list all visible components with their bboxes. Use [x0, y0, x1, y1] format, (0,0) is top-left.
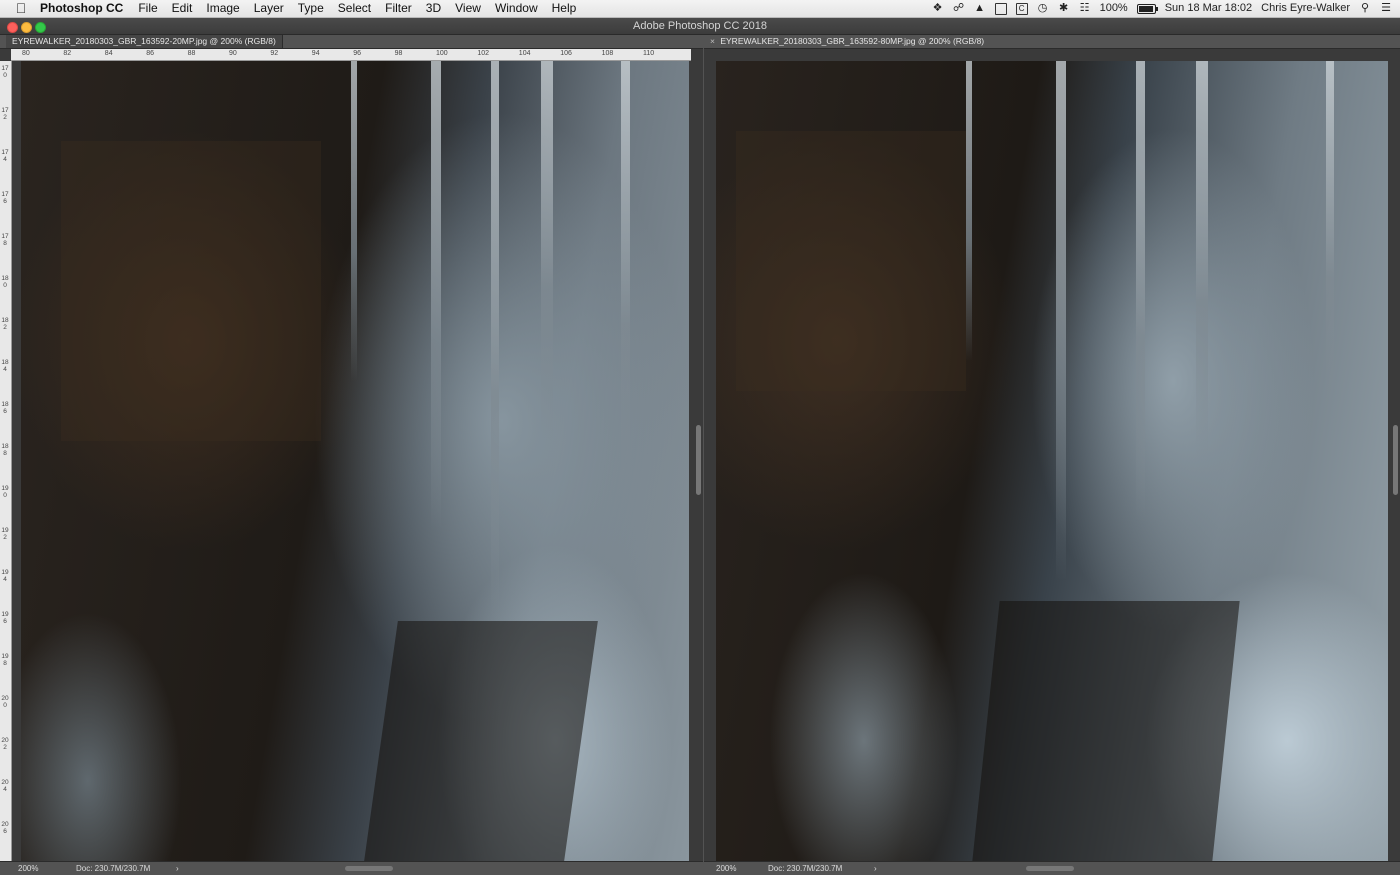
- battery-icon[interactable]: [1136, 3, 1158, 14]
- ruler-tick-label: 106: [560, 50, 572, 57]
- ruler-tick-label: 98: [394, 50, 403, 57]
- window-title: Adobe Photoshop CC 2018: [633, 20, 767, 32]
- right-document-tab[interactable]: × EYREWALKER_20180303_GBR_163592-80MP.jp…: [704, 35, 1400, 49]
- right-document-window: × EYREWALKER_20180303_GBR_163592-80MP.jp…: [704, 35, 1400, 875]
- ruler-tick-label: 108: [601, 50, 614, 57]
- ruler-tick-label: 194: [1, 569, 9, 583]
- ruler-tick-label: 84: [104, 50, 113, 57]
- menu-select[interactable]: Select: [331, 0, 378, 17]
- ruler-tick-label: 202: [1, 737, 9, 751]
- menu-layer[interactable]: Layer: [247, 0, 291, 17]
- ruler-tick-label: 188: [1, 443, 9, 457]
- menu-window[interactable]: Window: [488, 0, 545, 17]
- menu-3d[interactable]: 3D: [419, 0, 448, 17]
- ruler-tick-label: 96: [353, 50, 361, 57]
- menu-edit[interactable]: Edit: [165, 0, 200, 17]
- ruler-tick-label: 80: [22, 50, 30, 57]
- flame-icon[interactable]: ▲: [974, 2, 986, 15]
- menu-image[interactable]: Image: [199, 0, 246, 17]
- clipboard-icon[interactable]: C: [1015, 2, 1028, 15]
- ruler-tick-label: 198: [1, 653, 9, 667]
- search-icon[interactable]: ⚲: [1359, 2, 1371, 15]
- doc-size: Doc: 230.7M/230.7M: [768, 864, 843, 873]
- ruler-tick-label: 176: [1, 191, 9, 205]
- user-name[interactable]: Chris Eyre-Walker: [1261, 0, 1350, 17]
- vertical-scrollbar[interactable]: [696, 425, 701, 495]
- creative-cloud-icon[interactable]: ☍: [953, 2, 965, 15]
- menu-list-icon[interactable]: ☰: [1380, 2, 1392, 15]
- left-document-title: EYREWALKER_20180303_GBR_163592-20MP.jpg …: [12, 36, 276, 46]
- app-title-bar: Adobe Photoshop CC 2018: [0, 18, 1400, 35]
- ruler-tick-label: 200: [1, 695, 9, 709]
- doc-size: Doc: 230.7M/230.7M: [76, 864, 151, 873]
- ruler-tick-label: 192: [1, 527, 9, 541]
- macos-menu-bar:  Photoshop CC File Edit Image Layer Typ…: [0, 0, 1400, 18]
- app-menu[interactable]: Photoshop CC: [32, 0, 131, 17]
- display-icon[interactable]: [994, 2, 1007, 15]
- ruler-tick-label: 178: [1, 233, 9, 247]
- ruler-tick-label: 90: [229, 50, 237, 57]
- left-document-tab[interactable]: EYREWALKER_20180303_GBR_163592-20MP.jpg …: [0, 35, 703, 49]
- ruler-tick-label: 182: [1, 317, 9, 331]
- zoom-window-button[interactable]: [35, 22, 46, 33]
- ruler-tick-label: 196: [1, 611, 9, 625]
- menu-help[interactable]: Help: [545, 0, 584, 17]
- apple-menu-icon[interactable]: : [10, 0, 32, 17]
- horizontal-scrollbar[interactable]: [1026, 866, 1074, 871]
- ruler-tick-label: 102: [477, 50, 490, 57]
- dropbox-icon[interactable]: ❖: [932, 2, 944, 15]
- image-canvas[interactable]: [21, 61, 689, 861]
- zoom-level[interactable]: 200%: [18, 862, 38, 875]
- menu-type[interactable]: Type: [291, 0, 331, 17]
- ruler-tick-label: 100: [436, 50, 448, 57]
- ruler-tick-label: 94: [311, 50, 320, 57]
- ruler-tick-label: 88: [187, 50, 196, 57]
- clock[interactable]: Sun 18 Mar 18:02: [1165, 0, 1252, 17]
- vertical-ruler[interactable]: 170 172 174 176 178 180 182 184 186 188 190 192 194 1…: [0, 61, 12, 861]
- horizontal-scrollbar[interactable]: [345, 866, 393, 871]
- right-status-bar: 200% Doc: 230.7M/230.7M ›: [704, 861, 1400, 875]
- bluetooth-icon[interactable]: ✱: [1058, 2, 1070, 15]
- ruler-tick-label: 206: [1, 821, 9, 835]
- ruler-tick-label: 104: [518, 50, 531, 57]
- ruler-tick-label: 204: [1, 779, 9, 793]
- time-machine-icon[interactable]: ◷: [1037, 2, 1049, 15]
- close-window-button[interactable]: [7, 22, 18, 33]
- battery-percent[interactable]: 100%: [1100, 0, 1128, 17]
- status-menu-arrow[interactable]: ›: [176, 862, 179, 875]
- ruler-tick-label: 174: [1, 149, 9, 163]
- menu-view[interactable]: View: [448, 0, 488, 17]
- ruler-tick-label: 172: [1, 107, 9, 121]
- left-status-bar: 200% Doc: 230.7M/230.7M ›: [0, 861, 703, 875]
- ruler-tick-label: 86: [146, 50, 154, 57]
- status-menus: ❖ ☍ ▲ C ◷ ✱ ☷ 100% Sun 18 Mar 18:02 Chri…: [932, 0, 1392, 17]
- ruler-tick-label: 110: [643, 50, 655, 57]
- image-canvas[interactable]: [716, 61, 1388, 861]
- ruler-tick-label: 92: [270, 50, 279, 57]
- close-tab-icon[interactable]: ×: [710, 36, 715, 46]
- menu-file[interactable]: File: [131, 0, 164, 17]
- ruler-tick-label: 180: [1, 275, 9, 289]
- ruler-tick-label: 184: [1, 359, 9, 373]
- wifi-icon[interactable]: ☷: [1079, 2, 1091, 15]
- minimize-window-button[interactable]: [21, 22, 32, 33]
- left-document-window: EYREWALKER_20180303_GBR_163592-20MP.jpg …: [0, 35, 703, 875]
- ruler-tick-label: 170: [1, 65, 9, 79]
- right-document-title: EYREWALKER_20180303_GBR_163592-80MP.jpg …: [720, 36, 985, 46]
- vertical-scrollbar[interactable]: [1393, 425, 1398, 495]
- ruler-tick-label: 82: [63, 50, 72, 57]
- menu-filter[interactable]: Filter: [378, 0, 419, 17]
- status-menu-arrow[interactable]: ›: [874, 862, 877, 875]
- ruler-tick-label: 186: [1, 401, 9, 415]
- horizontal-ruler[interactable]: 80 82 84 86 88 90 92 94 96 98 100 102 104 106 108 110: [11, 49, 691, 61]
- zoom-level[interactable]: 200%: [716, 862, 736, 875]
- ruler-tick-label: 190: [1, 485, 9, 499]
